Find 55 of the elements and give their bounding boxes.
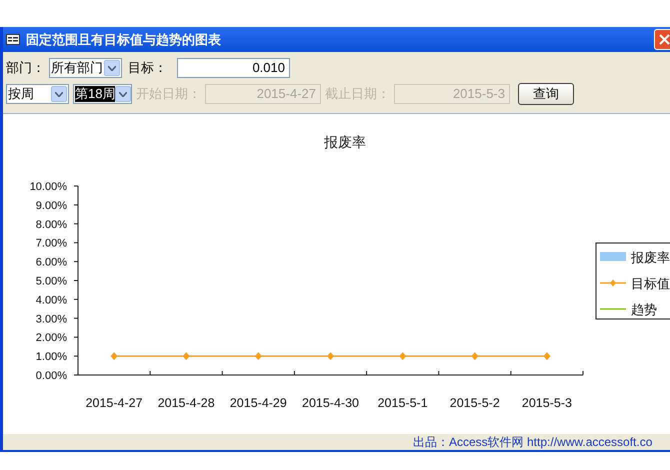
legend-line	[600, 308, 626, 310]
y-tick-label: 4.00%	[36, 294, 67, 306]
y-tick-label: 5.00%	[36, 276, 67, 288]
legend-label: 目标值	[631, 276, 670, 291]
data-point	[254, 352, 262, 360]
field-label: 目标：	[128, 59, 167, 78]
caret-icon	[55, 92, 63, 96]
form-icon	[6, 34, 20, 45]
close-icon	[659, 34, 670, 45]
x-tick-label: 2015-4-29	[230, 396, 287, 410]
y-tick-label: 8.00%	[36, 218, 67, 231]
chart-title: 报废率	[324, 134, 366, 150]
dropdown-field[interactable]: 所有部门	[49, 58, 122, 78]
data-point	[327, 352, 334, 360]
y-tick-label: 3.00%	[36, 313, 67, 326]
legend-line	[600, 280, 626, 286]
x-tick-label: 2015-5-1	[378, 396, 428, 410]
field-label: 截止日期：	[325, 85, 390, 104]
dropdown-value: 第18周	[75, 86, 116, 102]
input-field[interactable]: 0.010	[177, 58, 290, 78]
data-point	[182, 352, 190, 360]
data-point	[110, 352, 118, 360]
close-button[interactable]	[654, 29, 670, 50]
legend-swatch	[600, 252, 626, 261]
x-tick-label: 2015-4-27	[86, 396, 143, 410]
y-tick-label: 6.00%	[36, 256, 67, 269]
y-tick-label: 0.00%	[36, 370, 67, 382]
legend-label: 趋势	[631, 302, 657, 317]
caret-icon	[119, 92, 128, 96]
query-button[interactable]: 查询	[518, 83, 574, 105]
x-tick-label: 2015-5-3	[522, 396, 572, 410]
x-tick-label: 2015-4-30	[302, 396, 359, 410]
dropdown-button[interactable]	[104, 60, 120, 76]
dropdown-field[interactable]: 第18周	[73, 84, 132, 104]
x-tick-label: 2015-4-28	[158, 396, 215, 410]
dropdown-field[interactable]: 按周	[6, 84, 69, 104]
dropdown-button[interactable]	[51, 86, 67, 102]
dropdown-value: 所有部门	[51, 60, 104, 76]
data-point	[471, 352, 478, 360]
y-tick-label: 9.00%	[36, 200, 67, 212]
data-point	[399, 352, 406, 360]
y-tick-label: 2.00%	[36, 332, 67, 344]
caret-icon	[108, 66, 116, 70]
dropdown-button[interactable]	[115, 86, 132, 102]
field-label: 部门：	[6, 59, 45, 78]
y-tick-label: 1.00%	[36, 351, 67, 364]
legend-label: 报废率	[631, 250, 670, 265]
y-tick-label: 10.00%	[30, 181, 67, 193]
y-tick-label: 7.00%	[36, 238, 67, 250]
window-title: 固定范围且有目标值与趋势的图表	[26, 30, 221, 49]
dropdown-value: 按周	[8, 86, 35, 102]
credit-link[interactable]: 出品：Access软件网 http://www.accessoft.co	[413, 433, 652, 451]
data-point	[543, 352, 550, 360]
x-tick-label: 2015-5-2	[450, 396, 500, 410]
field-label: 开始日期：	[136, 85, 201, 104]
